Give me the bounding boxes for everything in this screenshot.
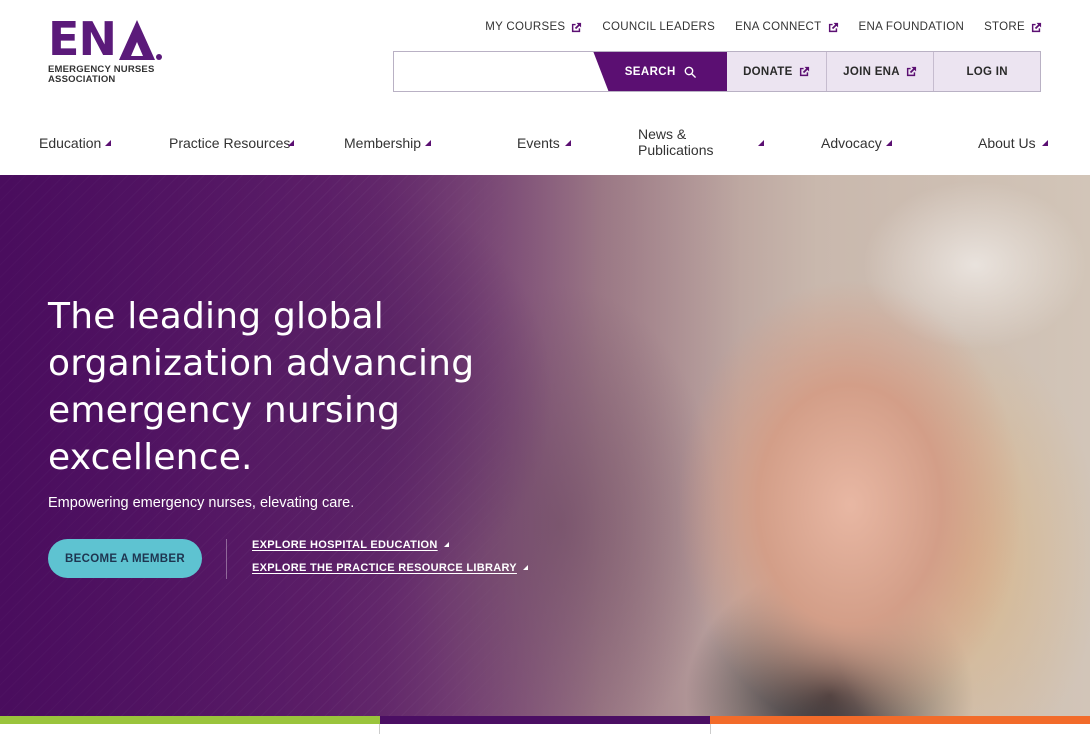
nav-item-label: Practice Resources	[169, 135, 291, 151]
hero-banner: The leading global organization advancin…	[0, 175, 1090, 716]
arrow-icon	[522, 565, 528, 570]
color-strip-orange	[710, 716, 1090, 724]
logo-line-2: ASSOCIATION	[48, 74, 116, 85]
hero-link-label: EXPLORE THE PRACTICE RESOURCE LIBRARY	[252, 562, 517, 574]
dropdown-arrow-icon	[886, 140, 892, 146]
registered-mark-icon	[156, 54, 162, 60]
color-strip-purple	[380, 716, 710, 724]
search-button[interactable]: SEARCH	[593, 52, 727, 91]
nav-item-label-line-2: Publications	[638, 142, 714, 158]
become-a-member-label: BECOME A MEMBER	[65, 552, 185, 565]
dropdown-arrow-icon	[758, 140, 764, 146]
search-and-cta-bar: SEARCH DONATE JOIN ENA LOG IN	[393, 51, 1041, 92]
ena-logo-mark: EN	[48, 16, 168, 62]
search-input[interactable]	[394, 52, 594, 91]
hero-subtitle: Empowering emergency nurses, elevating c…	[48, 495, 355, 511]
ena-logo[interactable]: EN EMERGENCY NURSES ASSOCIATION	[48, 16, 168, 88]
nav-item-label: Membership	[344, 135, 422, 151]
log-in-button[interactable]: LOG IN	[933, 52, 1040, 91]
nav-item-label: About Us	[978, 135, 1036, 151]
site-header: EN EMERGENCY NURSES ASSOCIATION MY COURS…	[0, 0, 1090, 175]
hero-title-line-3: emergency nursing	[48, 390, 401, 431]
nav-item-education[interactable]: Education	[39, 135, 101, 151]
nav-item-practice-resources[interactable]: Practice Resources	[169, 135, 290, 151]
color-strip-green	[0, 716, 380, 724]
utility-link-label: ENA FOUNDATION	[858, 21, 965, 33]
dropdown-arrow-icon	[565, 140, 571, 146]
utility-nav: MY COURSES COUNCIL LEADERS ENA CONNECT E…	[485, 19, 1042, 35]
nav-item-news-publications[interactable]: News & Publications	[638, 126, 714, 158]
hero-title: The leading global organization advancin…	[48, 293, 478, 481]
join-label: JOIN ENA	[843, 65, 900, 78]
utility-link-my-courses[interactable]: MY COURSES	[485, 21, 582, 33]
card-divider	[710, 724, 711, 734]
hero-title-line-4: excellence.	[48, 437, 253, 478]
external-link-icon	[571, 22, 582, 33]
utility-link-ena-connect[interactable]: ENA CONNECT	[735, 21, 838, 33]
utility-link-ena-foundation[interactable]: ENA FOUNDATION	[859, 21, 965, 33]
dropdown-arrow-icon	[1042, 140, 1048, 146]
external-link-icon	[1031, 22, 1042, 33]
nav-item-label: Education	[39, 135, 102, 151]
donate-button[interactable]: DONATE	[727, 52, 826, 91]
dropdown-arrow-icon	[288, 140, 294, 146]
nav-item-membership[interactable]: Membership	[344, 135, 421, 151]
external-link-icon	[906, 66, 917, 77]
join-ena-button[interactable]: JOIN ENA	[825, 52, 934, 91]
card-divider	[379, 724, 380, 734]
hero-divider	[226, 539, 227, 579]
arrow-icon	[443, 542, 449, 547]
search-icon	[684, 66, 696, 78]
external-link-icon	[828, 22, 839, 33]
dropdown-arrow-icon	[105, 140, 111, 146]
utility-link-label: STORE	[984, 21, 1025, 33]
nav-item-about-us[interactable]: About Us	[978, 135, 1036, 151]
dropdown-arrow-icon	[425, 140, 431, 146]
nav-item-label: Events	[517, 135, 560, 151]
logo-wordmark: EMERGENCY NURSES ASSOCIATION	[48, 65, 168, 85]
hero-title-line-1: The leading global	[48, 296, 384, 337]
external-link-icon	[799, 66, 810, 77]
nav-item-label-line-1: News &	[638, 126, 687, 142]
utility-link-label: COUNCIL LEADERS	[602, 21, 716, 33]
log-in-label: LOG IN	[966, 65, 1008, 78]
nav-item-label: Advocacy	[821, 135, 882, 151]
utility-link-label: ENA CONNECT	[735, 21, 822, 33]
hero-link-label: EXPLORE HOSPITAL EDUCATION	[252, 539, 438, 551]
search-button-label: SEARCH	[624, 65, 676, 78]
utility-link-council-leaders[interactable]: COUNCIL LEADERS	[602, 21, 715, 33]
feature-cards-top	[0, 724, 1090, 734]
become-a-member-button[interactable]: BECOME A MEMBER	[48, 539, 202, 578]
explore-hospital-education-link[interactable]: EXPLORE HOSPITAL EDUCATION	[252, 539, 449, 551]
explore-practice-resource-library-link[interactable]: EXPLORE THE PRACTICE RESOURCE LIBRARY	[252, 562, 528, 574]
utility-link-label: MY COURSES	[485, 21, 566, 33]
nav-item-advocacy[interactable]: Advocacy	[821, 135, 882, 151]
nav-item-events[interactable]: Events	[517, 135, 560, 151]
utility-link-store[interactable]: STORE	[984, 21, 1042, 33]
main-nav: Education Practice Resources Membership …	[0, 118, 1090, 168]
donate-label: DONATE	[743, 65, 793, 78]
hero-title-line-2: organization advancing	[48, 343, 475, 384]
